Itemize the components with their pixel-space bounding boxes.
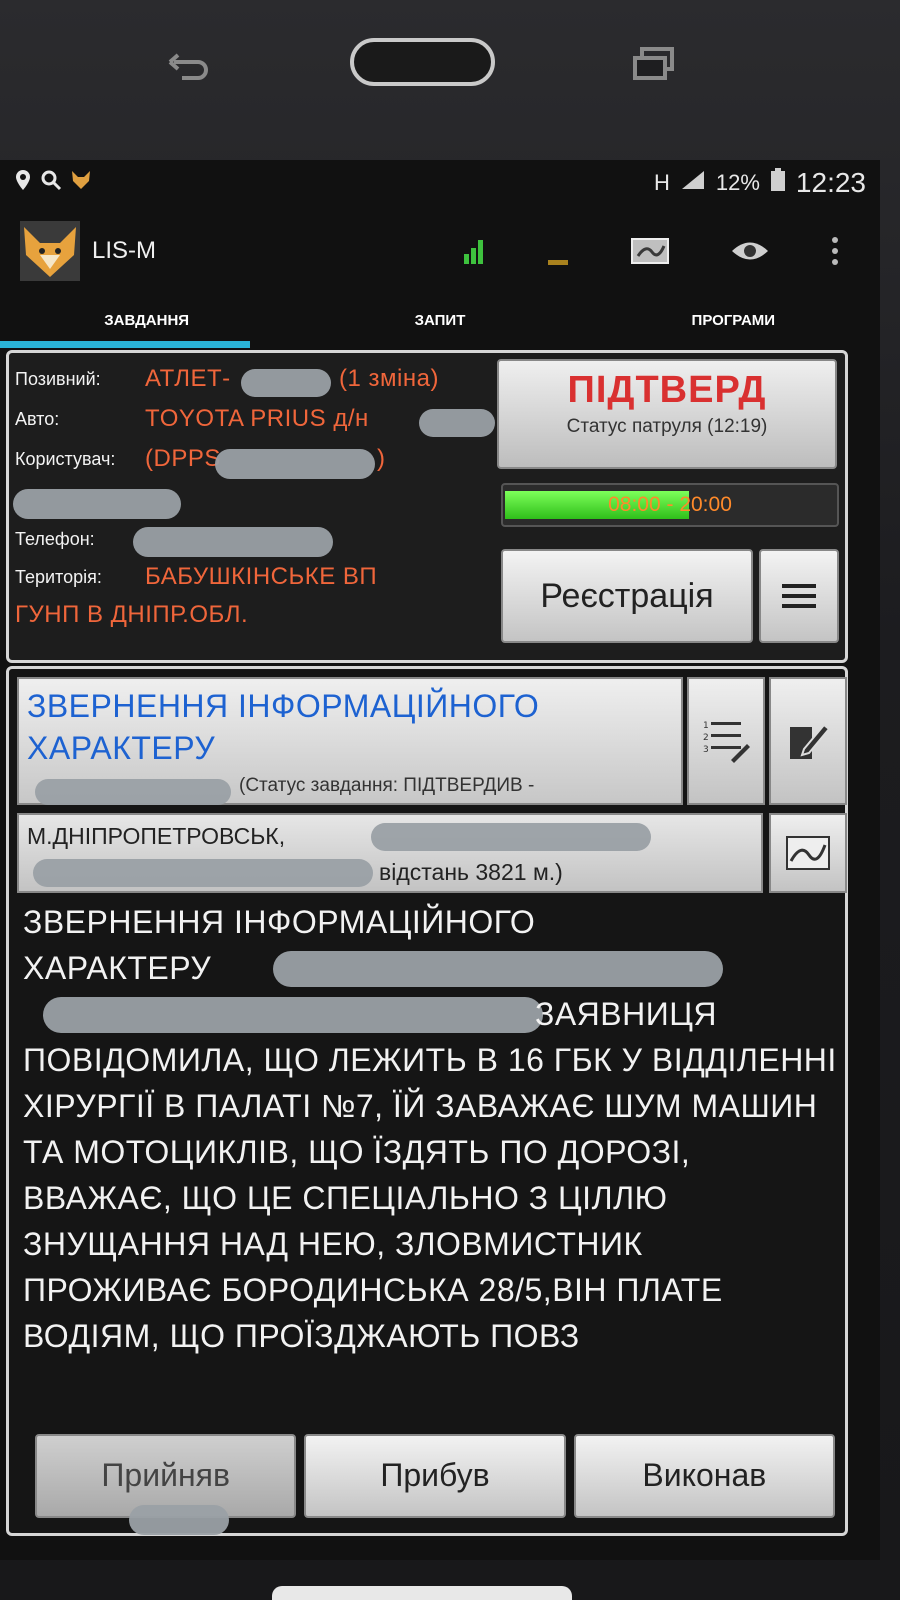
description-line2-row: ХАРАКТЕРУ (23, 945, 839, 991)
callsign-value: АТЛЕТ- (145, 365, 231, 392)
redacted-description-2 (43, 997, 543, 1033)
redacted-description (273, 951, 723, 987)
patrol-status-subtitle: Статус патруля (12:19) (566, 416, 768, 437)
address-line2: відстань 3821 м.) (379, 859, 563, 885)
tab-request[interactable]: ЗАПИТ (293, 296, 586, 348)
task-header[interactable]: ЗВЕРНЕННЯ ІНФОРМАЦІЙНОГО ХАРАКТЕРУ (Стат… (17, 677, 683, 805)
territory-label: Територія: (15, 567, 102, 587)
phone-top-bezel (0, 0, 900, 160)
menu-button[interactable] (759, 549, 839, 643)
search-icon (40, 169, 62, 197)
description-line1: ЗВЕРНЕННЯ ІНФОРМАЦІЙНОГО (23, 904, 536, 940)
home-button[interactable] (350, 38, 495, 86)
overflow-menu-icon[interactable] (830, 235, 840, 267)
redacted-user (215, 449, 375, 479)
network-type: H (653, 170, 670, 195)
task-panel: ЗВЕРНЕННЯ ІНФОРМАЦІЙНОГО ХАРАКТЕРУ (Стат… (6, 666, 848, 1536)
callsign-shift: (1 зміна) (339, 365, 439, 392)
phone-label: Телефон: (15, 529, 95, 549)
description-body: ПОВІДОМИЛА, ЩО ЛЕЖИТЬ В 16 ГБК У ВІДДІЛЕ… (23, 1042, 837, 1354)
status-bar: H 12% 12:23 (0, 160, 880, 206)
device-screen: H 12% 12:23 LIS-M ЗАВДАННЯ ЗАПИТ ПРОГРАМ… (0, 160, 880, 1560)
redacted-task-id (35, 779, 231, 805)
task-status: (Статус завдання: ПІДТВЕРДИВ - (239, 775, 535, 796)
tab-programs[interactable]: ПРОГРАМИ (587, 296, 880, 348)
redacted-bottom (129, 1505, 229, 1535)
user-value-close: ) (377, 445, 386, 472)
recent-apps-key-icon[interactable] (632, 46, 676, 80)
patrol-info-panel: Позивний: АТЛЕТ- (1 зміна) Авто: TOYOTA … (6, 350, 848, 663)
done-button[interactable]: Виконав (573, 1434, 835, 1518)
bottom-label-peek (272, 1586, 572, 1600)
patrol-status-title: ПІДТВЕРД (567, 369, 767, 411)
description-line2: ХАРАКТЕРУ (23, 950, 212, 986)
redacted-field (13, 489, 181, 519)
callsign-label: Позивний: (15, 369, 101, 389)
map-icon (786, 836, 830, 870)
hamburger-icon (782, 584, 816, 608)
redacted-address (371, 823, 651, 851)
location-icon (14, 169, 32, 197)
fox-notification-icon (70, 169, 92, 197)
app-title: LIS-M (92, 237, 157, 264)
patrol-status-button[interactable]: ПІДТВЕРД Статус патруля (12:19) (497, 359, 837, 469)
fox-logo-icon (20, 221, 80, 281)
description-line3-row: ЗАЯВНИЦЯ (23, 991, 839, 1037)
address-line1: М.ДНІПРОПЕТРОВСЬК, (27, 823, 286, 849)
tab-bar: ЗАВДАННЯ ЗАПИТ ПРОГРАМИ (0, 296, 880, 348)
car-value: TOYOTA PRIUS д/н (145, 405, 369, 432)
arrived-button[interactable]: Прибув (304, 1434, 566, 1518)
user-value-open: (DPPS (145, 445, 221, 472)
edit-note-icon (790, 723, 830, 759)
clock: 12:23 (795, 167, 866, 198)
battery-status-icon[interactable] (546, 236, 570, 266)
task-title: ЗВЕРНЕННЯ ІНФОРМАЦІЙНОГО ХАРАКТЕРУ (27, 688, 540, 766)
redacted-plate (419, 409, 495, 437)
territory-line1: БАБУШКІНСЬКЕ ВП (145, 563, 378, 590)
svg-text:1: 1 (703, 721, 709, 731)
active-tab-indicator (0, 341, 250, 348)
back-key-icon[interactable] (168, 52, 212, 84)
svg-text:2: 2 (703, 733, 709, 743)
eye-icon[interactable] (730, 238, 770, 264)
svg-text:3: 3 (703, 745, 709, 755)
task-list-button[interactable]: 1 2 3 (687, 677, 765, 805)
redacted-callsign (241, 369, 331, 397)
redacted-address-2 (33, 859, 373, 887)
battery-icon (770, 168, 786, 198)
phone-bezel: H 12% 12:23 LIS-M ЗАВДАННЯ ЗАПИТ ПРОГРАМ… (0, 0, 900, 1600)
battery-percent: 12% (715, 170, 760, 195)
description-line3: ЗАЯВНИЦЯ (535, 996, 718, 1032)
task-address[interactable]: М.ДНІПРОПЕТРОВСЬК, відстань 3821 м.) (17, 813, 763, 893)
signal-strength-icon[interactable] (462, 236, 486, 266)
car-label: Авто: (15, 409, 60, 429)
registration-button[interactable]: Реєстрація (501, 549, 753, 643)
task-map-button[interactable] (769, 813, 847, 893)
territory-line2: ГУНП В ДНІПР.ОБЛ. (15, 601, 249, 628)
app-bar: LIS-M (0, 206, 880, 296)
map-icon[interactable] (630, 236, 670, 266)
task-description: ЗВЕРНЕННЯ ІНФОРМАЦІЙНОГО ХАРАКТЕРУ ЗАЯВН… (23, 899, 839, 1359)
signal-icon (680, 169, 706, 197)
numbered-list-edit-icon: 1 2 3 (703, 721, 750, 763)
shift-time: 08:00 - 20:00 (608, 493, 732, 516)
user-label: Користувач: (15, 449, 116, 469)
redacted-phone (133, 527, 333, 557)
shift-progress-bar: 08:00 - 20:00 (501, 483, 839, 527)
task-edit-button[interactable] (769, 677, 847, 805)
